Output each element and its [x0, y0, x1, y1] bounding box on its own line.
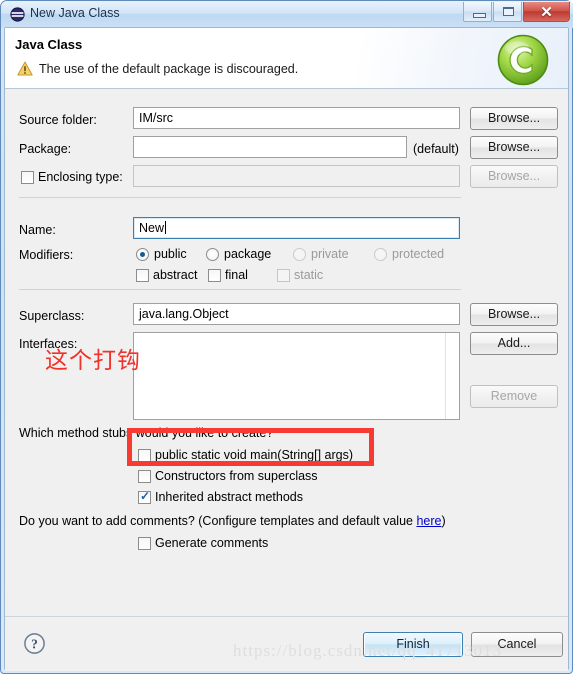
minimize-button[interactable]	[463, 2, 492, 22]
modifier-checkbox-final[interactable]	[208, 269, 221, 282]
annotation-highlight-box	[127, 428, 374, 466]
modifier-label-abstract: abstract	[153, 268, 198, 282]
superclass-label: Superclass:	[19, 309, 85, 323]
modifier-radio-package[interactable]	[206, 248, 219, 261]
page-title: Java Class	[15, 37, 83, 52]
modifier-label-final: final	[225, 268, 248, 282]
radio-dot	[140, 252, 145, 257]
method-stub-label-inherited: Inherited abstract methods	[155, 490, 303, 504]
help-question-icon[interactable]: ?	[23, 632, 46, 655]
minimize-icon	[473, 13, 486, 18]
generate-comments-checkbox[interactable]	[138, 537, 151, 550]
modifier-label-protected: protected	[392, 247, 445, 261]
dialog-footer: ? Finish Cancel	[5, 616, 568, 671]
close-button[interactable]: ✕	[523, 2, 570, 22]
package-browse-button[interactable]: Browse...	[470, 136, 558, 159]
superclass-input[interactable]: java.lang.Object	[133, 303, 460, 325]
enclosing-type-label: Enclosing type:	[38, 170, 123, 184]
java-class-icon	[10, 7, 25, 22]
interfaces-remove-button: Remove	[470, 385, 558, 408]
annotation-red-note: 这个打钩	[45, 348, 141, 374]
package-default-hint: (default)	[413, 142, 459, 156]
enclosing-type-browse-button: Browse...	[470, 165, 558, 188]
enclosing-type-input	[133, 165, 460, 187]
separator-2	[19, 289, 461, 290]
listbox-divider	[445, 333, 446, 419]
modifier-label-package: package	[224, 247, 272, 261]
method-stub-label-constructors: Constructors from superclass	[155, 469, 318, 483]
modifier-checkbox-static	[277, 269, 290, 282]
modifier-radio-private	[293, 248, 306, 261]
comments-templates-link[interactable]: here	[416, 514, 441, 528]
modifier-checkbox-abstract[interactable]	[136, 269, 149, 282]
comments-question-prefix: Do you want to add comments? (Configure …	[19, 514, 417, 528]
modifier-radio-protected	[374, 248, 387, 261]
maximize-button[interactable]	[493, 2, 522, 22]
new-java-class-dialog: New Java Class ✕ Java Class The use of t…	[0, 0, 573, 674]
header-message: The use of the default package is discou…	[39, 62, 299, 76]
name-label: Name:	[19, 223, 56, 237]
modifier-radio-public[interactable]	[136, 248, 149, 261]
warning-triangle-icon	[17, 61, 33, 76]
green-c-logo-icon	[496, 33, 550, 87]
cancel-button[interactable]: Cancel	[471, 632, 563, 657]
title-bar: New Java Class ✕	[1, 1, 573, 28]
close-icon: ✕	[540, 5, 553, 21]
finish-button[interactable]: Finish	[363, 632, 463, 657]
package-input[interactable]	[133, 136, 407, 158]
name-input-value: New	[139, 221, 165, 235]
name-input[interactable]: New	[133, 217, 460, 239]
dialog-header: Java Class The use of the default packag…	[5, 28, 568, 89]
modifier-label-private: private	[311, 247, 349, 261]
method-stub-checkbox-inherited[interactable]: ✓	[138, 489, 151, 504]
comments-question: Do you want to add comments? (Configure …	[19, 514, 446, 528]
method-stub-checkbox-constructors[interactable]	[138, 470, 151, 483]
window-controls: ✕	[463, 2, 570, 23]
modifier-label-static: static	[294, 268, 324, 282]
package-label: Package:	[19, 142, 72, 156]
window-title: New Java Class	[30, 6, 120, 20]
interfaces-listbox[interactable]	[133, 332, 460, 420]
modifier-label-public: public	[154, 247, 187, 261]
modifiers-label: Modifiers:	[19, 248, 74, 262]
maximize-icon	[503, 7, 514, 16]
separator-1	[19, 197, 461, 198]
interfaces-add-button[interactable]: Add...	[470, 332, 558, 355]
enclosing-type-checkbox[interactable]	[21, 171, 34, 184]
comments-question-suffix: )	[441, 514, 446, 528]
source-folder-label: Source folder:	[19, 113, 97, 127]
source-folder-input[interactable]: IM/src	[133, 107, 460, 129]
generate-comments-label: Generate comments	[155, 536, 269, 550]
source-folder-browse-button[interactable]: Browse...	[470, 107, 558, 130]
text-caret	[165, 221, 167, 234]
superclass-browse-button[interactable]: Browse...	[470, 303, 558, 326]
checkmark-icon: ✓	[140, 489, 151, 503]
svg-text:?: ?	[31, 636, 38, 651]
